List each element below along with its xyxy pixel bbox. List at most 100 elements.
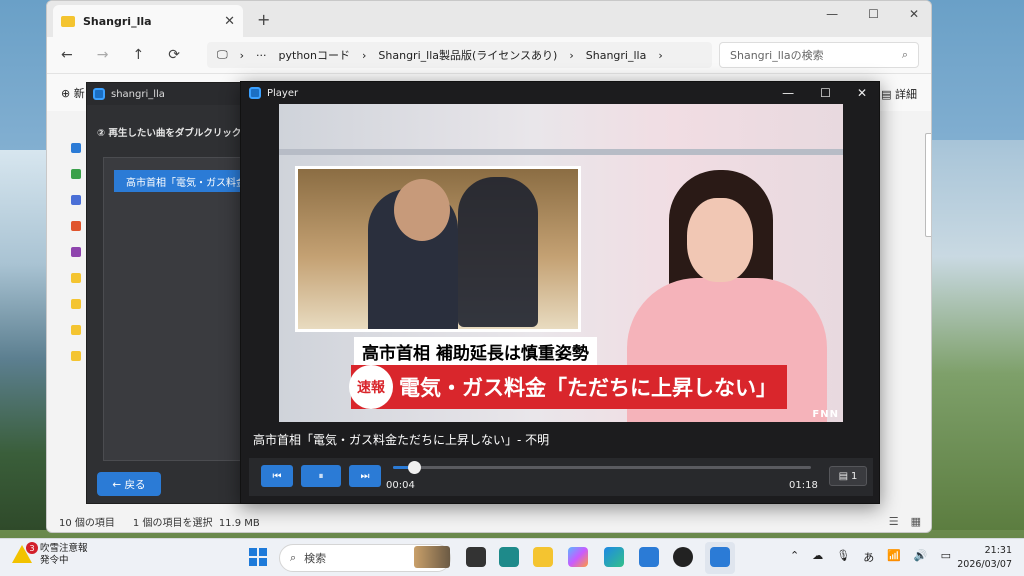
new-tab-button[interactable]: + [257,10,270,29]
pause-icon: ⏸ [318,470,324,482]
system-tray: ⌃ ☁ 🎙 あ 📶 🔊 ▭ [790,549,951,565]
up-arrow-icon[interactable]: ↑ [132,47,144,63]
list-item[interactable]: 高市首相「電気・ガス料金ただちに上昇しない」- 不明 [114,170,244,192]
playlist-button[interactable]: ▤ 1 [829,466,867,486]
battery-icon[interactable]: ▭ [941,549,951,565]
playback-controls: ⏮ ⏸ ⏭ 00:04 01:18 ▤ 1 [249,458,873,496]
file-explorer-icon[interactable] [533,547,553,567]
details-view-icon[interactable]: ☰ [889,515,899,528]
desktop-wallpaper-left [0,150,50,530]
microphone-icon[interactable]: 🎙 [836,549,850,565]
wifi-icon[interactable]: 📶 [887,549,901,565]
forward-arrow-icon[interactable]: → [97,47,109,63]
back-button[interactable]: ← 戻る [97,472,161,496]
picture-icon[interactable] [71,221,81,231]
close-tab-icon[interactable]: ✕ [224,14,235,29]
song-list[interactable]: 高市首相「電気・ガス料金ただちに上昇しない」- 不明 [103,157,244,461]
breadcrumb[interactable]: 🖵 › ··· pythonコード › Shangri_lla製品版(ライセンス… [207,42,712,68]
folder-icon[interactable] [71,351,81,361]
explorer-tab-title: Shangri_lla [83,14,152,28]
maximize-button[interactable]: ☐ [820,86,831,100]
breadcrumb-item[interactable]: Shangri_lla製品版(ライセンスあり) [378,47,557,63]
close-button[interactable]: ✕ [909,7,919,21]
next-button[interactable]: ⏭ [349,465,381,487]
step-instruction: ② 再生したい曲をダブルクリック [97,128,242,139]
warning-icon: 3 [12,542,38,565]
copilot-icon[interactable] [568,547,588,567]
breaking-text: 電気・ガス料金「ただちに上昇しない」 [399,376,777,400]
pause-button[interactable]: ⏸ [301,465,341,487]
volume-icon[interactable]: 🔊 [914,549,928,565]
cloud-icon[interactable]: ☁ [812,549,823,565]
details-button[interactable]: ▤ 詳細 [881,86,917,102]
explorer-search-input[interactable]: Shangri_llaの検索 ⌕ [719,42,919,68]
breadcrumb-item[interactable]: pythonコード [279,47,350,63]
tiles-view-icon[interactable]: ▦ [911,515,921,528]
folder-icon[interactable] [71,273,81,283]
clock[interactable]: 21:31 2026/03/07 [957,544,1012,572]
weather-widget[interactable]: 3 吹雪注意報 発令中 [12,542,88,567]
app-icon [249,87,261,99]
video-frame[interactable]: 高市首相 補助延長は慎重姿勢 速報 電気・ガス料金「ただちに上昇しない」 FNN [279,104,843,422]
seek-handle[interactable] [407,461,421,474]
playlist-count: 1 [851,470,858,482]
previous-button[interactable]: ⏮ [261,465,293,487]
folder-icon[interactable] [71,299,81,309]
skip-back-icon: ⏮ [272,470,282,482]
task-view-icon[interactable] [466,547,486,567]
search-placeholder: Shangri_llaの検索 [730,49,824,62]
search-icon: ⌕ [901,48,908,61]
desktop-wallpaper-right [928,140,1024,530]
close-button[interactable]: ✕ [857,86,867,100]
edge-browser-icon[interactable] [604,547,624,567]
back-arrow-icon[interactable]: ← [61,47,73,63]
status-bar: 10 個の項目 1 個の項目を選択 11.9 MB [47,510,931,532]
download-icon[interactable] [71,169,81,179]
nav-icon[interactable] [71,143,81,153]
search-icon: ⌕ [290,551,297,564]
document-icon[interactable] [71,195,81,205]
folder-icon[interactable] [71,325,81,335]
picture-in-picture [295,166,581,332]
ime-mode[interactable]: あ [863,549,874,565]
playlist-icon: ▤ [838,470,849,482]
minimize-button[interactable]: — [826,7,838,21]
list-item-label: 高市首相「電気・ガス料金ただちに上昇しない」- 不明 [126,177,244,189]
alert-title: 吹雪注意報 [40,543,88,554]
obs-icon[interactable] [673,547,693,567]
player-window-controls: — ☐ ✕ [782,86,867,100]
refresh-icon[interactable]: ⟳ [168,47,180,63]
status-selection: 1 個の項目を選択 11.9 MB [132,517,260,529]
more-icon[interactable]: ··· [256,49,267,62]
skip-forward-icon: ⏭ [360,470,370,482]
document-thumbnail[interactable] [925,133,931,237]
clock-time: 21:31 [984,545,1012,556]
search-highlight-image[interactable] [414,546,450,568]
store-icon[interactable] [639,547,659,567]
breaking-badge: 速報 [349,365,393,409]
snipping-tool-icon[interactable] [499,547,519,567]
current-time: 00:04 [386,480,415,491]
seek-slider[interactable] [393,461,811,474]
minimize-button[interactable]: — [782,86,794,100]
player-title: Player [267,87,299,99]
folder-icon [61,15,75,27]
shangri-title-bar: shangri_lla [87,83,255,105]
now-playing-title: 高市首相「電気・ガス料金ただちに上昇しない」- 不明 [253,433,550,447]
pip-person [458,177,538,327]
breadcrumb-item[interactable]: Shangri_lla [586,49,647,62]
start-button[interactable] [249,548,267,566]
taskbar-search-label: 検索 [304,552,327,565]
chevron-up-icon[interactable]: ⌃ [790,549,799,565]
new-button[interactable]: ⊕ 新 [61,85,85,101]
shangri-lla-window: shangri_lla ② 再生したい曲をダブルクリック 高市首相「電気・ガス料… [86,82,256,504]
computer-icon: 🖵 [217,48,228,61]
taskbar: 3 吹雪注意報 発令中 ⌕ 検索 ⌃ ☁ 🎙 あ 📶 🔊 ▭ 21:31 202… [0,538,1024,576]
address-bar: ← → ↑ ⟳ 🖵 › ··· pythonコード › Shangri_lla製… [47,37,931,73]
player-app-icon[interactable] [710,547,730,567]
breaking-news-banner: 速報 電気・ガス料金「ただちに上昇しない」 [349,365,787,409]
video-headline: 高市首相 補助延長は慎重姿勢 [354,337,597,366]
explorer-tab[interactable]: Shangri_lla ✕ [53,5,243,37]
music-icon[interactable] [71,247,81,257]
maximize-button[interactable]: ☐ [868,7,879,21]
